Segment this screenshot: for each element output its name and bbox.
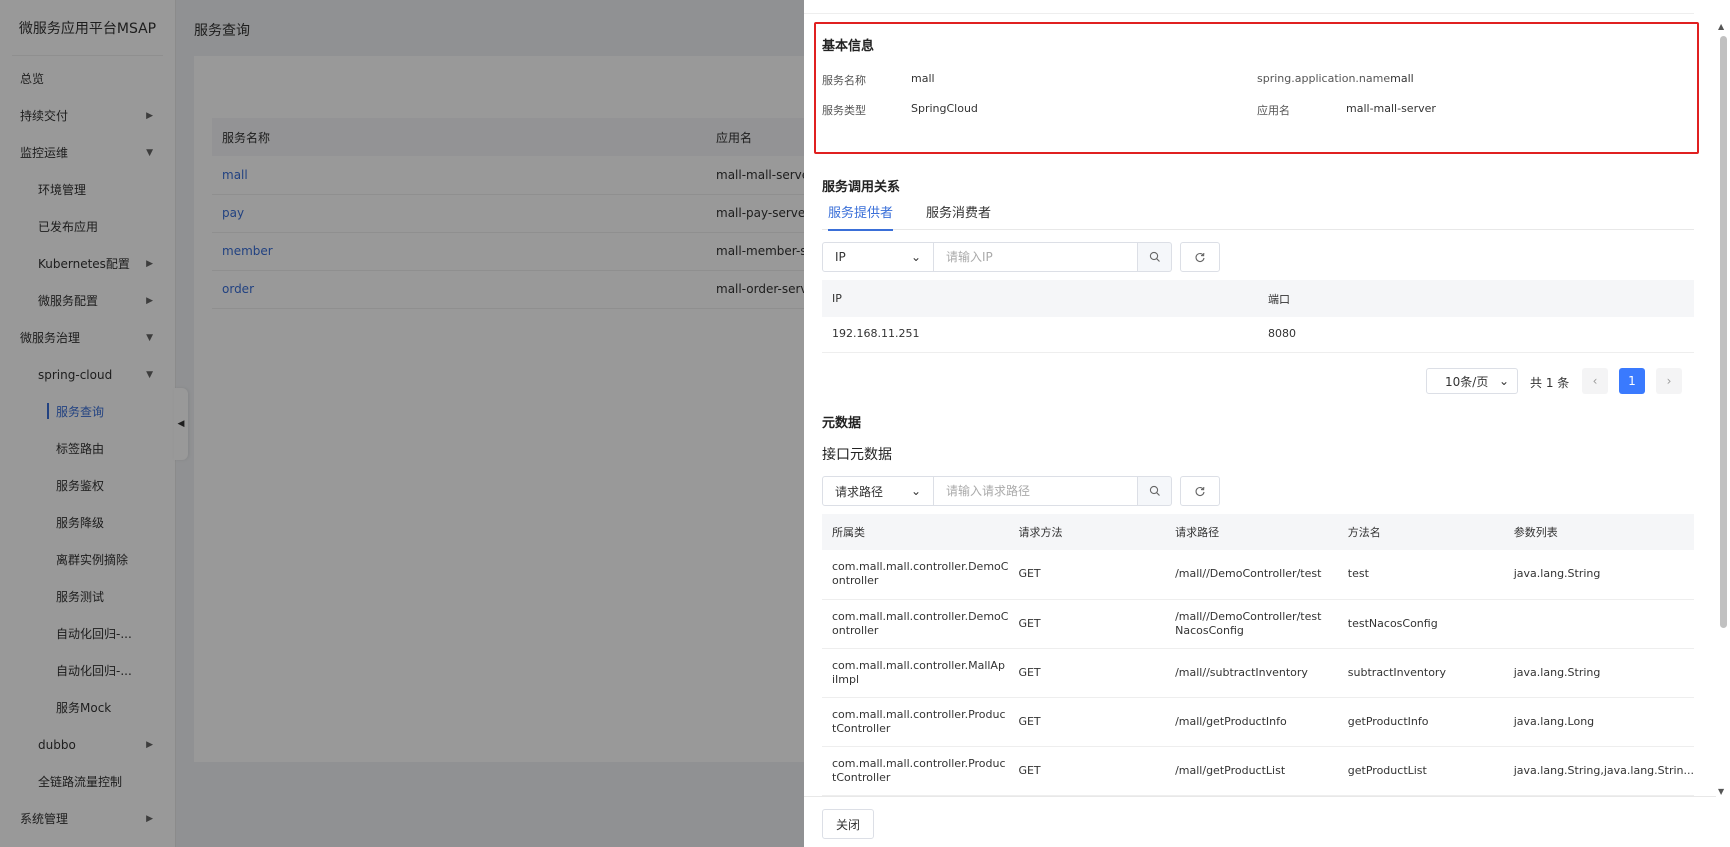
params-cell <box>1503 599 1694 649</box>
params-cell: java.lang.String <box>1503 550 1694 600</box>
method-cell: GET <box>1008 599 1166 649</box>
relation-tabs: 服务提供者 服务消费者 <box>822 198 1694 231</box>
class-cell: com.mall.mall.controller.Produc tControll… <box>822 697 1009 747</box>
refresh-button[interactable] <box>1180 242 1220 272</box>
tab-providers[interactable]: 服务提供者 <box>828 202 894 231</box>
field-label: spring.application.name <box>1257 72 1391 85</box>
path-cell: /mall/getProductList <box>1165 746 1338 796</box>
table-row: com.mall.mall.controller.MallAp iImpl GET… <box>822 648 1694 698</box>
params-cell: java.lang.Long <box>1503 697 1694 747</box>
method-name-cell: getProductList <box>1337 746 1504 796</box>
field-label: 服务类型 <box>822 104 866 117</box>
service-type-value: SpringCloud <box>911 102 978 115</box>
search-icon <box>1149 485 1160 496</box>
column-header-ip: IP <box>822 280 1258 317</box>
table-header-row: 所属类 请求方法 请求路径 方法名 参数列表 <box>822 514 1694 550</box>
relation-title: 服务调用关系 <box>822 180 901 195</box>
search-icon <box>1149 251 1160 262</box>
service-type-field: 服务类型 <box>822 102 866 118</box>
spring-name-value: mall <box>1390 72 1414 85</box>
column-header-port: 端口 <box>1258 280 1694 317</box>
service-detail-drawer: 基本信息 服务名称 mall spring.application.namema… <box>804 0 1730 847</box>
drawer-footer: 关闭 <box>804 796 1716 847</box>
method-name-cell: testNacosConfig <box>1337 599 1504 649</box>
path-filter-select[interactable]: 请求路径 ⌄ <box>822 476 934 506</box>
table-row: com.mall.mall.controller.Produc tControll… <box>822 697 1694 747</box>
path-cell: /mall//subtractInventory <box>1165 648 1338 698</box>
ip-filter-select[interactable]: IP ⌄ <box>822 242 934 272</box>
close-button[interactable]: 关闭 <box>822 809 874 839</box>
basic-info-title: 基本信息 <box>822 39 875 54</box>
total-count: 共 1 条 <box>1530 376 1570 390</box>
page-size-select[interactable]: 10条/页 ⌄ <box>1426 368 1518 394</box>
path-cell: /mall//DemoController/test <box>1165 550 1338 600</box>
refresh-icon <box>1195 486 1205 496</box>
class-cell: com.mall.mall.controller.MallAp iImpl <box>822 648 1009 698</box>
scrollbar-thumb[interactable] <box>1720 36 1727 628</box>
path-cell: /mall/getProductInfo <box>1165 697 1338 747</box>
pagination: 10条/页 ⌄ 共 1 条 ‹ 1 › <box>822 368 1694 394</box>
table-row: com.mall.mall.controller.DemoC ontroller … <box>822 599 1694 649</box>
chevron-down-icon: ⌄ <box>1498 374 1509 388</box>
scroll-down-icon[interactable]: ▼ <box>1718 787 1724 796</box>
column-header-class: 所属类 <box>822 514 1009 550</box>
params-cell: java.lang.String,java.lang.Strin... <box>1503 746 1694 796</box>
prev-page-button[interactable]: ‹ <box>1582 368 1608 394</box>
path-search-group: 请求路径 ⌄ <box>822 476 1220 506</box>
column-header-method: 请求方法 <box>1008 514 1166 550</box>
chevron-right-icon: › <box>1666 374 1672 388</box>
next-page-button[interactable]: › <box>1656 368 1682 394</box>
search-button[interactable] <box>1138 242 1172 272</box>
table-row: 192.168.11.251 8080 <box>822 317 1694 353</box>
provider-table: IP 端口 192.168.11.251 8080 <box>822 280 1694 353</box>
chevron-down-icon: ⌄ <box>910 250 921 264</box>
method-cell: GET <box>1008 648 1166 698</box>
table-row: com.mall.mall.controller.DemoC ontroller … <box>822 550 1694 600</box>
search-button[interactable] <box>1138 476 1172 506</box>
interface-metadata-table: 所属类 请求方法 请求路径 方法名 参数列表 com.mall.mall.con… <box>822 514 1694 796</box>
ip-search-group: IP ⌄ <box>822 242 1220 272</box>
method-cell: GET <box>1008 746 1166 796</box>
column-header-path: 请求路径 <box>1165 514 1338 550</box>
scroll-up-icon[interactable]: ▲ <box>1718 22 1724 31</box>
tab-consumers[interactable]: 服务消费者 <box>926 202 991 229</box>
service-name-field: 服务名称 <box>822 72 866 88</box>
app-name-field: 应用名 <box>1257 102 1290 118</box>
refresh-button[interactable] <box>1180 476 1220 506</box>
divider <box>804 13 1694 14</box>
field-label: 服务名称 <box>822 74 866 87</box>
class-cell: com.mall.mall.controller.DemoC ontroller <box>822 550 1009 600</box>
basic-info-highlight <box>814 22 1699 154</box>
chevron-down-icon: ⌄ <box>910 484 921 498</box>
method-name-cell: subtractInventory <box>1337 648 1504 698</box>
port-cell: 8080 <box>1258 317 1694 353</box>
method-name-cell: test <box>1337 550 1504 600</box>
chevron-left-icon: ‹ <box>1592 374 1598 388</box>
method-name-cell: getProductInfo <box>1337 697 1504 747</box>
path-search-input[interactable] <box>934 476 1138 506</box>
app-name-value: mall-mall-server <box>1346 102 1436 115</box>
service-name-value: mall <box>911 72 935 85</box>
table-header-row: IP 端口 <box>822 280 1694 317</box>
interface-metadata-title: 接口元数据 <box>822 447 892 463</box>
field-label: 应用名 <box>1257 104 1290 117</box>
refresh-icon <box>1195 252 1205 262</box>
ip-cell: 192.168.11.251 <box>822 317 1258 353</box>
drawer-scrollbar[interactable]: ▲ ▼ <box>1716 18 1730 796</box>
path-cell: /mall//DemoController/test NacosConfig <box>1165 599 1338 649</box>
method-cell: GET <box>1008 550 1166 600</box>
ip-search-input[interactable] <box>934 242 1138 272</box>
params-cell: java.lang.String <box>1503 648 1694 698</box>
method-cell: GET <box>1008 697 1166 747</box>
class-cell: com.mall.mall.controller.DemoC ontroller <box>822 599 1009 649</box>
page-number-button[interactable]: 1 <box>1619 368 1645 394</box>
column-header-method-name: 方法名 <box>1337 514 1504 550</box>
spring-name-field: spring.application.namemall <box>1257 72 1414 85</box>
class-cell: com.mall.mall.controller.Produc tControll… <box>822 746 1009 796</box>
metadata-title: 元数据 <box>822 416 862 431</box>
column-header-params: 参数列表 <box>1503 514 1694 550</box>
table-row: com.mall.mall.controller.Produc tControll… <box>822 746 1694 796</box>
